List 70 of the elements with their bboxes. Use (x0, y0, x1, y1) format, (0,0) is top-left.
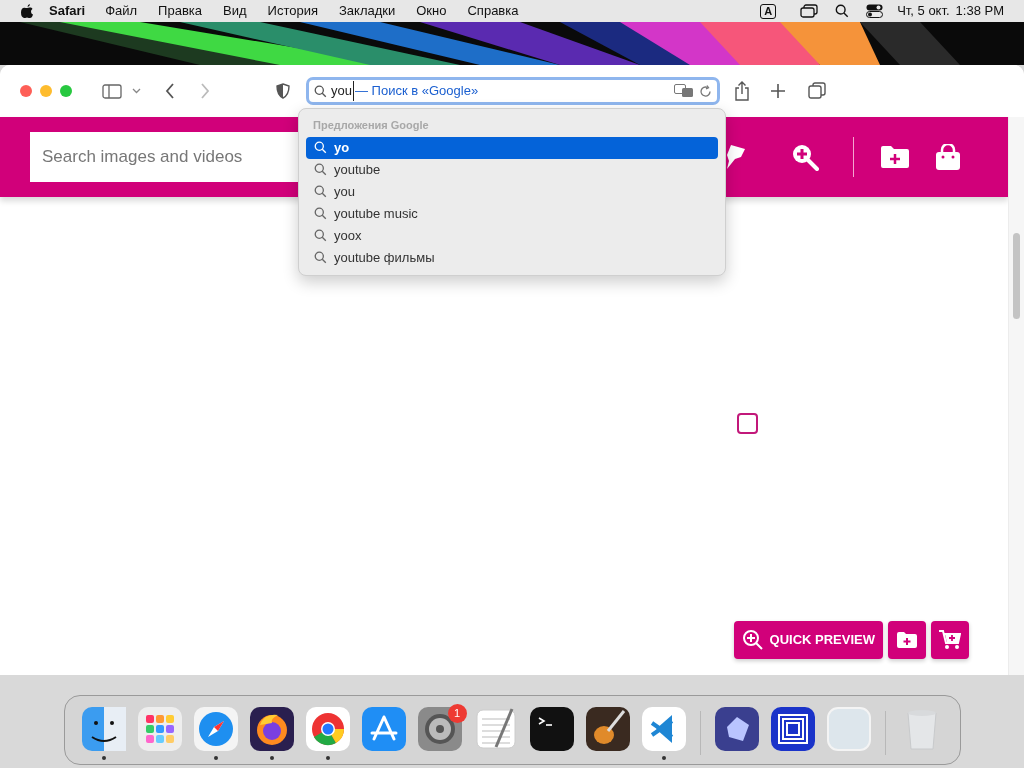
store-app-icon[interactable] (361, 706, 406, 751)
menu-item[interactable]: Окно (416, 1, 447, 21)
gear-app-icon[interactable] (417, 706, 462, 751)
menu-item[interactable]: Вид (223, 1, 247, 21)
chevron-down-icon[interactable] (132, 88, 141, 94)
control-center-icon[interactable] (866, 4, 884, 18)
suggestion-item[interactable]: yo (306, 136, 718, 159)
suggestion-item[interactable]: you (306, 180, 718, 203)
crystal-app-icon[interactable] (714, 706, 759, 751)
date-label[interactable]: Чт, 5 окт. (897, 1, 950, 21)
translate-icon[interactable] (674, 84, 694, 98)
suggestion-item[interactable]: youtube music (306, 202, 718, 225)
sidebar-icon[interactable] (102, 83, 122, 99)
back-icon[interactable] (165, 83, 175, 99)
shopping-bag-icon[interactable] (936, 144, 960, 170)
close-button[interactable] (20, 85, 32, 97)
apple-icon[interactable] (20, 3, 34, 19)
face-app-icon[interactable] (81, 706, 126, 751)
clock-label[interactable]: 1:38 PM (955, 1, 1004, 21)
search-icon (314, 163, 327, 176)
suggestions-header: Предложения Google (312, 118, 430, 133)
input-source-indicator[interactable]: A (760, 3, 777, 19)
zoom-in-icon (741, 629, 764, 651)
chrome-app-icon[interactable] (305, 706, 350, 751)
new-tab-icon[interactable] (770, 83, 786, 99)
menu-item[interactable]: Закладки (339, 1, 396, 21)
reload-icon[interactable] (699, 84, 712, 98)
select-checkbox[interactable] (737, 413, 758, 434)
search-icon (314, 251, 327, 264)
guitar-app-icon[interactable] (585, 706, 630, 751)
search-icon (314, 207, 327, 220)
typed-text: you (331, 81, 354, 101)
compass-app-icon[interactable] (193, 706, 238, 751)
search-icon (314, 84, 327, 98)
search-icon (314, 141, 327, 154)
suggestion-text: youtube фильмы (334, 248, 435, 267)
menu-item[interactable]: Правка (158, 1, 203, 21)
code-app-icon[interactable] (641, 706, 686, 751)
app-menu[interactable]: Safari (49, 1, 86, 21)
address-field[interactable]: you — Поиск в «Google» (306, 77, 720, 105)
shield-icon[interactable] (276, 83, 290, 99)
suggestion-text: yoox (334, 226, 362, 245)
menu-item[interactable]: Справка (467, 1, 519, 21)
suggestion-text: yo (334, 138, 350, 157)
add-to-cart-button[interactable] (931, 621, 969, 659)
search-hint: — Поиск в «Google» (354, 82, 479, 101)
grid-app-icon[interactable] (137, 706, 182, 751)
cart-add-icon (939, 630, 961, 650)
folder-add-icon[interactable] (881, 145, 909, 169)
tabs-overview-icon[interactable] (808, 82, 826, 100)
suggestion-item[interactable]: youtube фильмы (306, 246, 718, 269)
add-to-folder-button[interactable] (888, 621, 926, 659)
quick-preview-button[interactable]: QUICK PREVIEW (733, 621, 883, 659)
suggestion-text: youtube (334, 160, 381, 179)
terminal-app-icon[interactable] (529, 706, 574, 751)
fox-app-icon[interactable] (249, 706, 294, 751)
folder-add-icon (897, 632, 917, 648)
suggestion-item[interactable]: yoox (306, 224, 718, 247)
menu-item[interactable]: История (267, 1, 318, 21)
scrollbar[interactable] (1008, 117, 1024, 675)
suggestion-text: you (334, 182, 355, 201)
windows-icon[interactable] (800, 4, 819, 18)
concentric-squares-app-icon[interactable] (770, 706, 815, 751)
search-icon (314, 185, 327, 198)
search-icon (314, 229, 327, 242)
suggestion-text: youtube music (334, 204, 418, 223)
zoom-in-icon[interactable] (791, 143, 819, 171)
menu-item[interactable]: Файл (105, 1, 138, 21)
share-icon[interactable] (734, 81, 750, 101)
search-icon (835, 4, 850, 18)
